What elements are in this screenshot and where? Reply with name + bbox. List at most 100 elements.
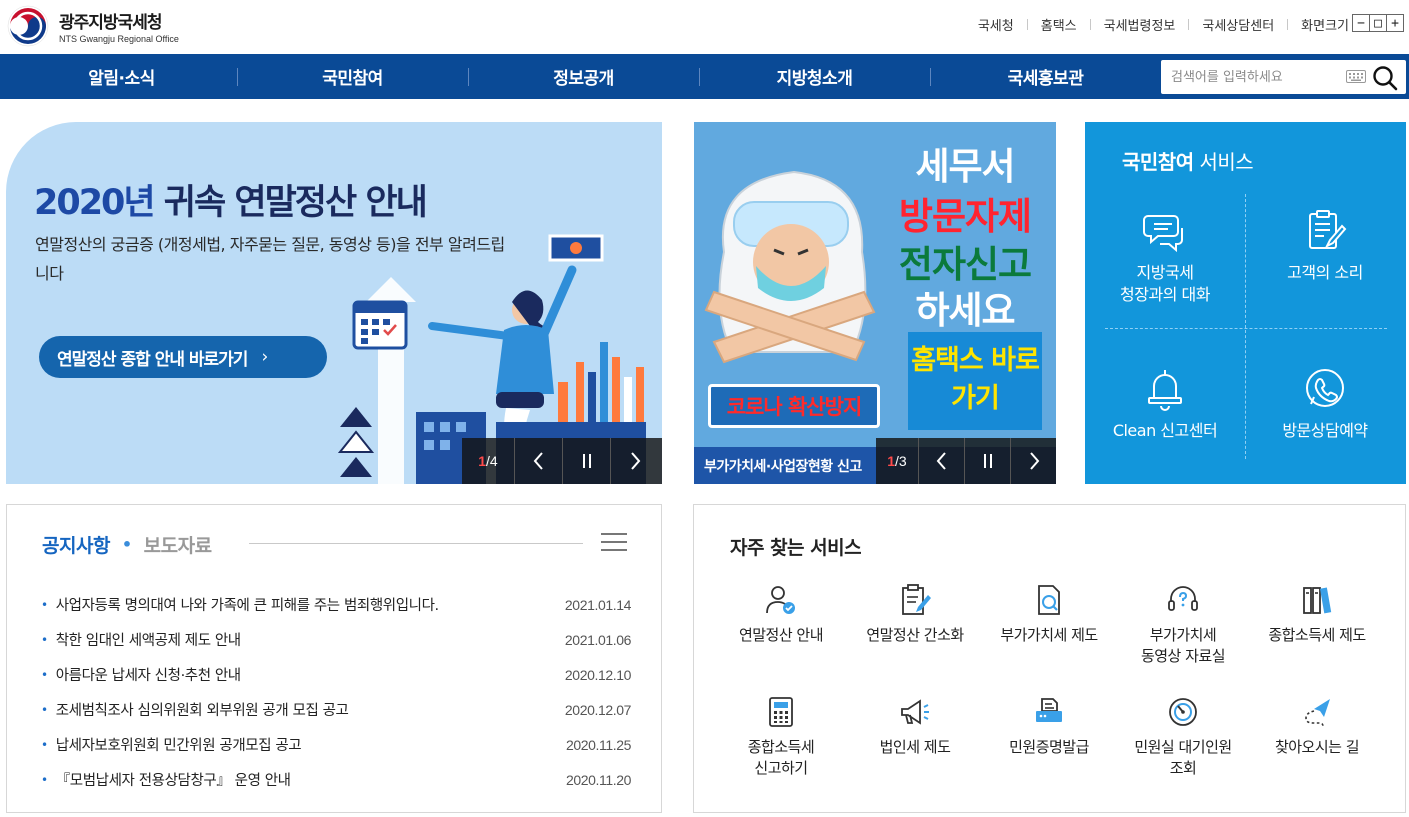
megaphone-icon [901, 699, 929, 725]
chevron-left-icon [533, 452, 543, 470]
service-income-tax-system[interactable]: 종합소득세 제도 [1250, 583, 1384, 646]
util-screen-size-label: 화면크기 [1301, 19, 1349, 34]
zoom-out-button[interactable]: − [1352, 14, 1370, 32]
service-corporate-tax[interactable]: 법인세 제도 [848, 695, 982, 758]
list-item[interactable]: • 사업자등록 명의대여 나와 가족에 큰 피해를 주는 범죄행위입니다. 2021… [41, 587, 631, 622]
utility-links: 국세청 홈택스 국세법령정보 국세상담센터 화면크기 [978, 15, 1349, 34]
logo-title: 광주지방국세청 [59, 13, 162, 33]
chevron-left-icon [936, 452, 946, 470]
next-slide-button[interactable] [1010, 438, 1056, 484]
banner-line-please: 하세요 [915, 289, 1015, 332]
notice-list: • 사업자등록 명의대여 나와 가족에 큰 피해를 주는 범죄행위입니다. 2021… [41, 587, 631, 797]
pause-icon [582, 454, 591, 468]
nav-item-office[interactable]: 지방청소개 [699, 54, 930, 99]
util-link-nts[interactable]: 국세청 [978, 15, 1014, 34]
banner-covid-slider-controls: 1/3 [876, 438, 1056, 484]
paper-plane-icon [1305, 699, 1330, 727]
slide-counter: 1/4 [478, 453, 498, 469]
tab-dot-separator: • [121, 535, 132, 554]
util-link-law[interactable]: 국세법령정보 [1104, 15, 1176, 34]
nav-item-disclosure[interactable]: 정보공개 [468, 54, 699, 99]
list-item[interactable]: • 『모범납세자 전용상담창구』 운영 안내 2020.11.20 [41, 762, 631, 797]
participation-item-customer-voice[interactable]: 고객의 소리 [1245, 208, 1405, 284]
pause-slide-button[interactable] [562, 438, 610, 484]
font-size-controls: − □ + [1352, 14, 1404, 32]
util-link-hometax[interactable]: 홈택스 [1041, 15, 1077, 34]
gauge-icon [1169, 698, 1197, 726]
notice-panel: 공지사항 • 보도자료 • 사업자등록 명의대여 나와 가족에 큰 피해를 주는 … [6, 504, 662, 813]
service-waiting-count[interactable]: 민원실 대기인원 조회 [1116, 695, 1250, 779]
util-separator [1287, 19, 1289, 30]
chat-bubbles-icon [1143, 215, 1183, 253]
next-slide-button[interactable] [610, 438, 658, 484]
clipboard-pen-icon [1309, 210, 1347, 249]
tab-press-releases[interactable]: 보도자료 [144, 531, 212, 558]
logo-subtitle: NTS Gwangju Regional Office [59, 34, 179, 44]
frequent-services-title: 자주 찾는 서비스 [730, 537, 862, 559]
notice-tabs: 공지사항 • 보도자료 [42, 531, 212, 558]
banner-line-tax-office: 세무서 [915, 145, 1015, 188]
tab-notices[interactable]: 공지사항 [42, 531, 110, 558]
list-item[interactable]: • 착한 임대인 세액공제 제도 안내 2021.01.06 [41, 622, 631, 657]
search-box [1161, 60, 1406, 94]
printer-icon [1036, 698, 1062, 722]
document-search-icon [1038, 585, 1060, 615]
protective-suit-worker-illustration [704, 170, 876, 364]
binders-icon [1303, 587, 1332, 614]
covid-visit-banner[interactable]: 세무서 방문자제 전자신고 하세요 홈택스 바로가기 코로나 확산방지 부가가치… [694, 122, 1056, 484]
service-vat-system[interactable]: 부가가치세 제도 [982, 583, 1116, 646]
header: 광주지방국세청 NTS Gwangju Regional Office 국세청 … [0, 0, 1409, 54]
bell-icon [1148, 370, 1182, 411]
taegeuk-emblem-icon [7, 5, 49, 47]
banner-main-slider-controls: 1/4 [462, 438, 662, 484]
phone-icon [1306, 369, 1344, 407]
service-directions[interactable]: 찾아오시는 길 [1250, 695, 1384, 758]
zoom-reset-button[interactable]: □ [1369, 14, 1387, 32]
search-icon[interactable] [1371, 64, 1399, 92]
nav-item-promotion[interactable]: 국세홍보관 [930, 54, 1161, 99]
covid-prevention-label: 코로나 확산방지 [708, 384, 880, 428]
banner-line-refrain: 방문자제 [898, 195, 1032, 238]
service-certificate-issue[interactable]: 민원증명발급 [982, 695, 1116, 758]
divider-line [249, 543, 583, 544]
chevron-right-icon [630, 452, 640, 470]
util-separator [1026, 19, 1028, 30]
participation-title: 국민참여 서비스 [1122, 150, 1254, 174]
site-logo[interactable]: 광주지방국세청 NTS Gwangju Regional Office [7, 4, 207, 48]
prev-slide-button[interactable] [918, 438, 964, 484]
slide-counter: 1/3 [887, 453, 907, 469]
service-year-end-guide[interactable]: 연말정산 안내 [714, 583, 848, 646]
dashed-divider [1105, 328, 1387, 329]
service-year-end-simplified[interactable]: 연말정산 간소화 [848, 583, 982, 646]
calculator-icon [769, 697, 793, 727]
service-vat-video[interactable]: 부가가치세 동영상 자료실 [1116, 583, 1250, 667]
year-end-tax-banner[interactable]: 2020년 귀속 연말정산 안내 연말정산의 궁금증 (개정세법, 자주묻는 질… [6, 122, 662, 484]
service-income-tax-filing[interactable]: 종합소득세 신고하기 [714, 695, 848, 779]
prev-slide-button[interactable] [514, 438, 562, 484]
chevron-right-icon [1029, 452, 1039, 470]
participation-item-clean-center[interactable]: Clean 신고센터 [1085, 366, 1245, 442]
util-link-consult[interactable]: 국세상담센터 [1202, 15, 1274, 34]
pause-slide-button[interactable] [964, 438, 1010, 484]
year-end-guide-button[interactable]: 연말정산 종합 안내 바로가기 › [39, 336, 327, 378]
participation-services: 국민참여 서비스 지방국세 청장과의 대화 고객의 소리 Clean 신고센터 [1085, 122, 1406, 484]
pause-icon [983, 454, 992, 468]
hometax-shortcut-button[interactable]: 홈택스 바로가기 [908, 332, 1042, 430]
util-separator [1089, 19, 1091, 30]
more-menu-icon[interactable] [601, 532, 627, 552]
list-item[interactable]: • 조세범칙조사 심의위원회 외부위원 공개 모집 공고 2020.12.07 [41, 692, 631, 727]
document-edit-icon [902, 584, 931, 615]
list-item[interactable]: • 납세자보호위원회 민간위원 공개모집 공고 2020.11.25 [41, 727, 631, 762]
virtual-keyboard-icon[interactable] [1346, 70, 1366, 83]
list-item[interactable]: • 아름다운 납세자 신청·추천 안내 2020.12.10 [41, 657, 631, 692]
nav-item-news[interactable]: 알림·소식 [6, 54, 237, 99]
participation-item-commissioner-talk[interactable]: 지방국세 청장과의 대화 [1085, 208, 1245, 306]
zoom-in-button[interactable]: + [1386, 14, 1404, 32]
util-separator [1188, 19, 1190, 30]
frequent-services-panel: 자주 찾는 서비스 연말정산 안내 연말정산 간소화 부가가치세 제도 부가가치… [693, 504, 1406, 813]
banner-title: 2020년 귀속 연말정산 안내 [34, 183, 428, 223]
search-input[interactable] [1161, 60, 1341, 94]
headset-question-icon [1168, 586, 1198, 611]
participation-item-visit-reservation[interactable]: 방문상담예약 [1245, 366, 1405, 442]
nav-item-participation[interactable]: 국민참여 [237, 54, 468, 99]
